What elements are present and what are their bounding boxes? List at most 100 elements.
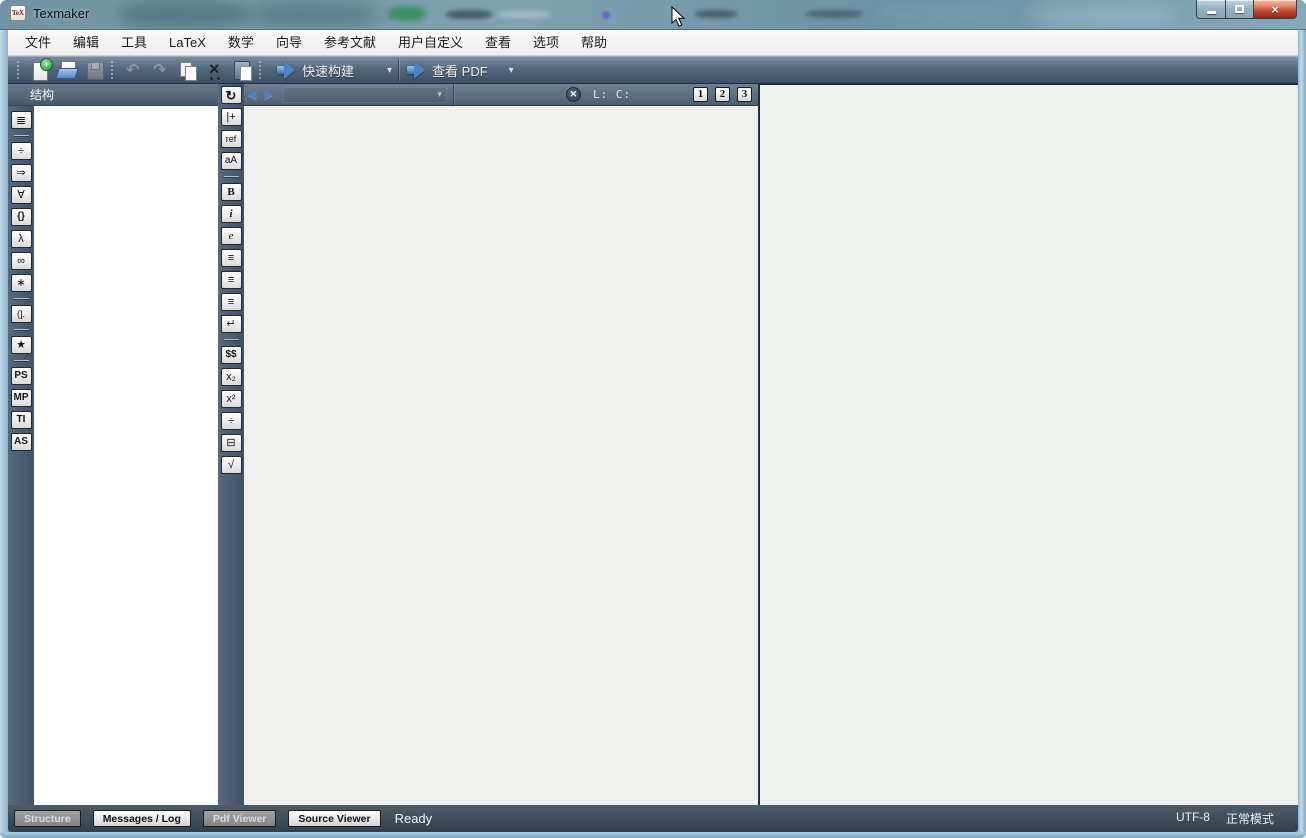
next-document-button[interactable]: ▶ [260,88,276,101]
tag-button-2[interactable]: 2 [715,87,730,102]
menu-item-8[interactable]: 查看 [474,30,522,55]
menu-item-3[interactable]: LaTeX [158,30,217,55]
glass-reflection [250,1,380,28]
pstricks-tab-icon[interactable]: PS [11,367,32,385]
user-tag-buttons: 123 [693,87,752,102]
font-size-icon[interactable]: aA [221,152,242,170]
glass-reflection [120,1,250,28]
menu-item-4[interactable]: 数学 [217,30,265,55]
editor-area[interactable] [244,106,758,805]
sqrt-icon[interactable]: √ [221,456,242,474]
toolbar-separator [398,59,399,81]
newline-icon[interactable]: ↵ [221,315,242,333]
open-files-dropdown[interactable]: ▾ [283,87,447,103]
menu-item-7[interactable]: 用户自定义 [387,30,474,55]
braces-symbols-icon[interactable]: {} [11,208,32,226]
refresh-button[interactable]: ↻ [221,86,242,104]
glass-reflection [695,10,737,18]
structure-list-icon[interactable]: ≣ [11,111,32,129]
metapost-tab-icon[interactable]: MP [11,389,32,407]
maximize-button[interactable] [1225,0,1254,19]
window-border-bottom[interactable] [0,832,1306,838]
toolbar-separator [224,176,239,177]
delimiters-icon[interactable]: (]. [11,305,32,323]
titlebar[interactable]: TeX Texmaker × [0,0,1306,30]
chevron-down-icon[interactable]: ▾ [387,65,392,76]
window-border-left[interactable] [0,30,8,832]
arrow-symbols-icon[interactable]: ⇒ [11,164,32,182]
forall-symbols-icon[interactable]: ∀ [11,186,32,204]
bold-icon[interactable]: B [221,183,242,201]
toolbar-separator [14,329,29,330]
insert-item-icon[interactable]: |+ [221,108,242,126]
view-pdf-button[interactable]: 查看 PDF ▾ [407,56,514,84]
menu-item-0[interactable]: 文件 [14,30,62,55]
inline-math-icon[interactable]: $$ [221,346,242,364]
italic-icon[interactable]: i [221,205,242,223]
messages-log-toggle-button[interactable]: Messages / Log [93,810,191,827]
align-left-icon[interactable]: ≡ [221,249,242,267]
menu-item-6[interactable]: 参考文献 [313,30,387,55]
ref-icon[interactable]: ref [221,130,242,148]
paste-button[interactable] [229,58,256,83]
asterisk-symbols-icon[interactable]: ∗ [11,274,32,292]
structure-panel-header: 结构 [8,84,218,106]
copy-button[interactable] [175,58,202,83]
symbol-tabs-toolbar: ≣ ÷ ⇒ ∀ {} λ ∞ ∗ (]. ★ PS MP TI AS [8,106,34,805]
divide-symbols-icon[interactable]: ÷ [11,142,32,160]
frac-icon[interactable]: ÷ [221,412,242,430]
close-icon: × [1271,1,1279,18]
menu-item-2[interactable]: 工具 [110,30,158,55]
structure-toggle-button[interactable]: Structure [14,810,81,827]
toolbar-separator [14,298,29,299]
glass-reflection [806,10,862,18]
asymptote-tab-icon[interactable]: AS [11,433,32,451]
glass-reflection [1030,3,1180,28]
subscript-icon[interactable]: x₂ [221,368,242,386]
greek-symbols-icon[interactable]: λ [11,230,32,248]
glass-reflection [388,6,426,21]
menu-item-10[interactable]: 帮助 [570,30,618,55]
editor-navbar: ◀ ▶ ▾ ✕ L: C: 123 [244,84,758,106]
structure-tree[interactable] [34,106,218,805]
emphasis-icon[interactable]: e [221,227,242,245]
menu-item-1[interactable]: 编辑 [62,30,110,55]
chevron-down-icon[interactable]: ▾ [509,65,514,76]
align-right-icon[interactable]: ≡ [221,293,242,311]
new-file-button[interactable] [27,58,54,83]
statusbar: Structure Messages / Log Pdf Viewer Source … [8,805,1298,832]
source-viewer-toggle-button[interactable]: Source Viewer [288,810,380,827]
infinity-symbols-icon[interactable]: ∞ [11,252,32,270]
menu-item-9[interactable]: 选项 [522,30,570,55]
pdf-viewer-toggle-button[interactable]: Pdf Viewer [203,810,277,827]
window-title: Texmaker [33,6,89,21]
window-border-right[interactable] [1298,30,1306,832]
minimize-icon [1207,11,1216,14]
dfrac-icon[interactable]: ⊟ [221,434,242,452]
undo-button[interactable] [121,58,148,83]
app-icon[interactable]: TeX [10,5,26,21]
previous-document-button[interactable]: ◀ [244,88,260,101]
quick-build-button[interactable]: 快速构建 ▾ [277,56,392,84]
pdf-viewer-pane[interactable] [760,84,1298,805]
tikz-tab-icon[interactable]: TI [11,411,32,429]
open-file-button[interactable] [54,58,81,83]
stop-button[interactable]: ✕ [566,87,581,102]
tag-button-3[interactable]: 3 [737,87,752,102]
run-arrow-icon [407,61,425,79]
superscript-icon[interactable]: x² [221,390,242,408]
chevron-down-icon: ▾ [437,89,442,100]
editor-pane: ◀ ▶ ▾ ✕ L: C: 123 [244,84,758,805]
tag-button-1[interactable]: 1 [693,87,708,102]
cut-button[interactable] [202,58,229,83]
format-toolbar-icons: |+ ref aA Bie ≡ ≡ ≡ ↵ $$ x₂ x² ÷ ⊟ √ [221,108,242,474]
toolbar-separator [14,135,29,136]
close-button[interactable]: × [1254,0,1297,19]
save-file-button[interactable] [81,58,108,83]
figure-symbols-icon[interactable]: ★ [11,336,32,354]
align-center-icon[interactable]: ≡ [221,271,242,289]
minimize-button[interactable] [1196,0,1225,19]
menu-item-5[interactable]: 向导 [265,30,313,55]
glass-reflection [498,11,550,18]
redo-button[interactable] [148,58,175,83]
